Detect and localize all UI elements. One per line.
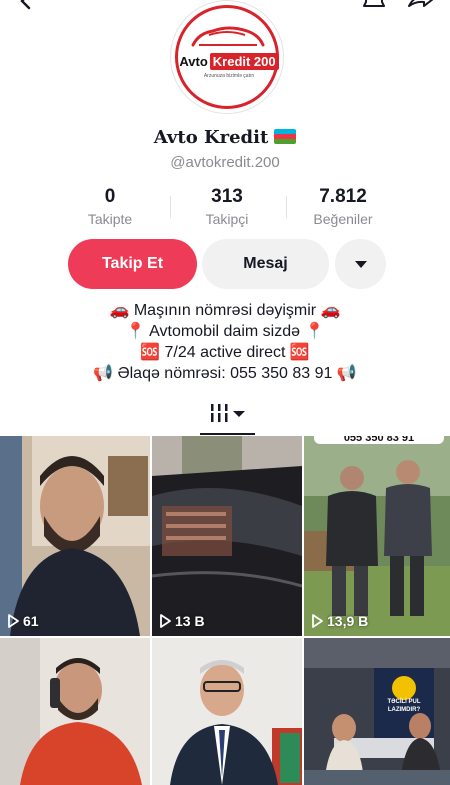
logo-word-avto: Avto: [179, 53, 208, 69]
video-thumbnail-image: [304, 436, 450, 636]
video-thumbnail[interactable]: [152, 638, 302, 785]
video-grid: 61 13 B 055 350 83 91 13,9 B TƏCİLİ PUL …: [0, 436, 450, 785]
video-thumbnail-image: [152, 638, 302, 785]
stat-label: Takipçi: [205, 211, 249, 227]
video-thumbnail-image: [0, 436, 150, 636]
stat-followers[interactable]: 313 Takipçi: [172, 186, 282, 227]
video-thumbnail[interactable]: TƏCİLİ PUL LAZIMDIR?: [304, 638, 450, 785]
video-overlay-phone: 055 350 83 91: [314, 436, 444, 444]
bio-line[interactable]: 📢 Əlaqə nömrəsi: 055 350 83 91 📢: [0, 363, 450, 384]
stat-likes[interactable]: 7.812 Beğeniler: [288, 186, 398, 227]
logo-tagline: Arzunuza bizimlə çatın: [203, 73, 255, 79]
active-tab-indicator: [200, 433, 255, 435]
bio-line: 🆘 7/24 active direct 🆘: [140, 344, 310, 361]
stat-divider: [170, 196, 171, 218]
display-name-text: Avto Kredit: [153, 127, 269, 148]
display-name: Avto Kredit: [0, 127, 450, 148]
view-count: 13 B: [158, 613, 205, 629]
bio-line: 🚗 Maşının nömrəsi dəyişmir 🚗: [109, 302, 341, 319]
stat-following[interactable]: 0 Takipte: [55, 186, 165, 227]
car-logo-icon: [191, 26, 265, 47]
play-icon: [8, 614, 19, 628]
view-count: 61: [6, 613, 39, 629]
follow-button[interactable]: Takip Et: [68, 239, 197, 289]
view-count-text: 61: [23, 613, 39, 629]
play-icon: [160, 614, 171, 628]
content-tabs: [0, 396, 450, 436]
video-thumbnail-image: [0, 638, 150, 785]
message-button[interactable]: Mesaj: [202, 239, 329, 289]
bio-line: 📍 Avtomobil daim sizdə 📍: [125, 323, 325, 340]
stat-label: Takipte: [87, 211, 133, 227]
logo-text: Avto Kredit 200: [179, 51, 279, 71]
more-options-button[interactable]: [335, 239, 386, 289]
video-overlay-text: TƏCİLİ PUL LAZIMDIR?: [387, 699, 421, 713]
video-thumbnail[interactable]: 13 B: [152, 436, 302, 636]
video-thumbnail[interactable]: 61: [0, 436, 150, 636]
view-count-text: 13 B: [175, 613, 205, 629]
bio: 🚗 Maşının nömrəsi dəyişmir 🚗 📍 Avtomobil…: [0, 300, 450, 384]
grid-tab-icon[interactable]: [211, 402, 247, 424]
view-count-text: 13,9 B: [327, 613, 369, 629]
video-thumbnail-image: [152, 436, 302, 636]
username: @avtokredit.200: [170, 154, 280, 171]
stat-value: 313: [211, 186, 243, 207]
play-icon: [312, 614, 323, 628]
caret-down-icon: [354, 260, 367, 268]
video-thumbnail[interactable]: [0, 638, 150, 785]
video-thumbnail[interactable]: 055 350 83 91 13,9 B: [304, 436, 450, 636]
stat-value: 7.812: [319, 186, 367, 207]
azerbaijan-flag-icon: [274, 129, 297, 144]
share-icon[interactable]: [406, 0, 436, 16]
view-count: 13,9 B: [310, 613, 368, 629]
bell-icon[interactable]: [360, 0, 388, 16]
back-icon[interactable]: [14, 0, 38, 16]
stat-label: Beğeniler: [313, 211, 373, 227]
stat-divider: [286, 196, 287, 218]
stat-value: 0: [104, 186, 116, 207]
logo-word-kredit: Kredit 200: [209, 52, 279, 70]
avatar[interactable]: Avto Kredit 200 Arzunuza bizimlə çatın: [170, 0, 284, 114]
stats-row: 0 Takipte 313 Takipçi 7.812 Beğeniler: [0, 186, 450, 230]
